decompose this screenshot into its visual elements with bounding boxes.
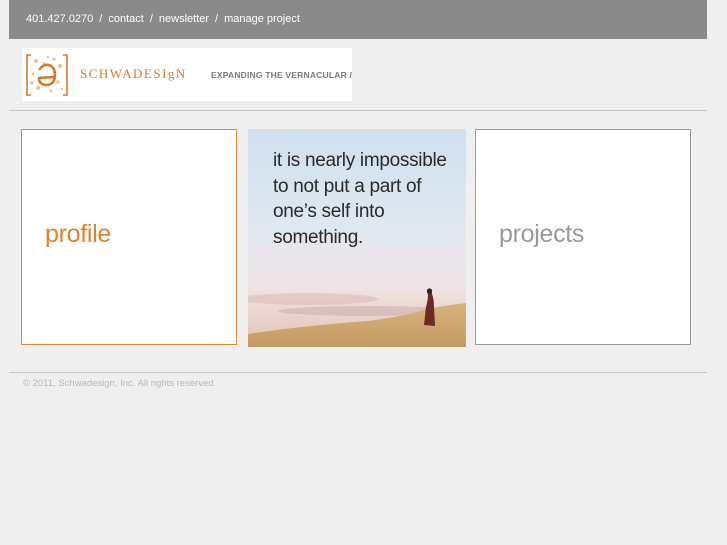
nav-separator: / <box>215 13 219 25</box>
copyright-text: © 2011, Schwadesign, Inc. All rights res… <box>23 378 217 389</box>
header-divider <box>9 110 707 111</box>
profile-label: profile <box>45 220 111 248</box>
quote-tile: it is nearly impossible to not put a par… <box>248 129 466 347</box>
quote-text: it is nearly impossible to not put a par… <box>273 150 447 248</box>
projects-tile[interactable]: projects <box>475 129 691 345</box>
logo-tagline: EXPANDING THE VERNACULAR / <box>211 70 353 80</box>
nav-separator: / <box>99 13 103 25</box>
top-bar: 401.427.0270 / contact / newsletter / manage p… <box>9 0 707 39</box>
schwa-logo-icon <box>26 54 68 96</box>
contact-link[interactable]: contact <box>108 13 143 25</box>
manage-project-link[interactable]: manage project <box>224 13 300 25</box>
logo-wordmark: SCHWADESIgN <box>80 66 187 81</box>
footer-divider <box>9 372 707 373</box>
phone-number: 401.427.0270 <box>26 13 94 25</box>
top-nav: 401.427.0270 / contact / newsletter / manage p… <box>26 13 300 26</box>
logo-banner[interactable]: SCHWADESIgN EXPANDING THE VERNACULAR / <box>22 48 352 101</box>
nav-separator: / <box>149 13 153 25</box>
profile-tile[interactable]: profile <box>21 129 237 345</box>
projects-label: projects <box>499 220 585 248</box>
page: 401.427.0270 / contact / newsletter / manage p… <box>0 0 727 545</box>
newsletter-link[interactable]: newsletter <box>159 13 209 25</box>
